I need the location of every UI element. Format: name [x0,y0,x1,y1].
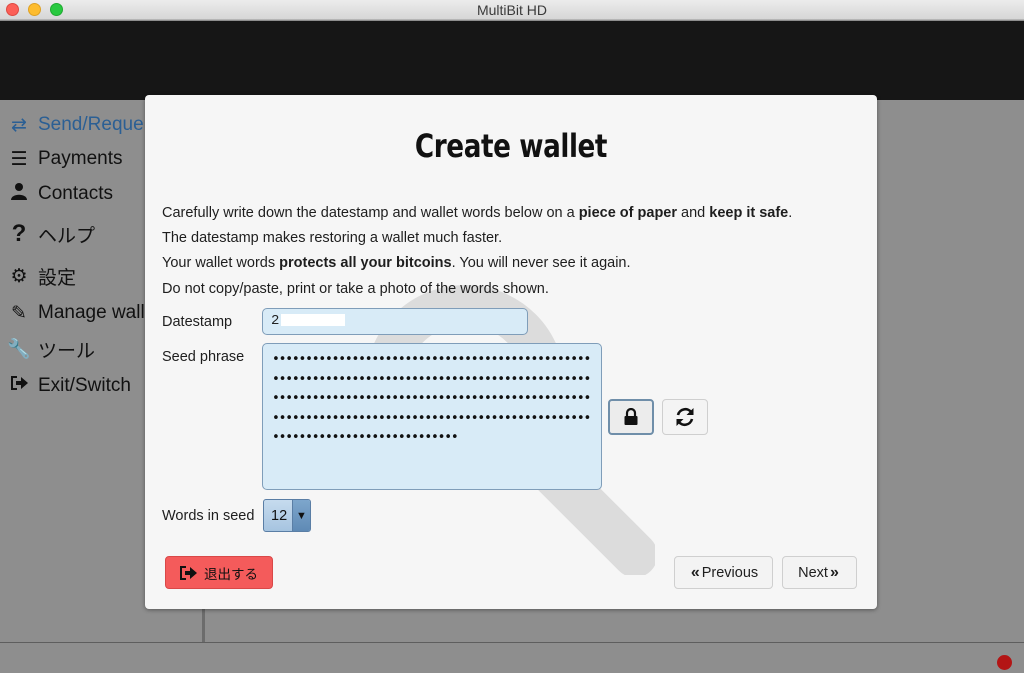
gears-icon: ⚙ [10,265,28,287]
sidebar-item-contacts[interactable]: Contacts [6,180,113,208]
double-chevron-right-icon: » [829,563,839,581]
sidebar-item-label: Exit/Switch [38,375,131,396]
sign-out-icon [6,374,32,398]
sidebar-item-manage-wallet[interactable]: ✎ Manage wall [6,299,145,327]
sidebar-item-help[interactable]: ? ヘルプ [6,220,95,248]
words-in-seed-label: Words in seed [162,508,255,524]
sidebar-item-label: ヘルプ [38,225,96,247]
sidebar-item-send-request[interactable]: ⇄ Send/Reque [6,111,144,139]
previous-button[interactable]: « Previous [674,556,773,589]
words-in-seed-value: 12 [271,507,288,524]
double-chevron-left-icon: « [690,563,700,581]
instruction-paragraph-3: Your wallet words protects all your bitc… [162,255,631,271]
window-titlebar: MultiBit HD [0,0,1024,20]
status-bar [0,642,1024,673]
sidebar-item-label: Manage wall [38,302,145,323]
next-button-label: Next [798,564,828,581]
exit-button[interactable]: 退出する [165,556,273,589]
sidebar-item-label: Payments [38,148,123,169]
regenerate-seed-button[interactable] [662,399,708,435]
header-band [0,21,1024,100]
refresh-icon [676,407,694,427]
sign-out-icon [178,564,198,582]
sidebar-item-payments[interactable]: ☰ Payments [6,145,122,173]
sidebar-item-label: Contacts [38,183,113,204]
datestamp-redaction [281,314,345,326]
seed-phrase-label: Seed phrase [162,349,245,365]
sidebar-item-label: 設定 [38,267,77,289]
list-icon: ☰ [10,148,28,170]
question-icon: ? [11,220,27,247]
exit-button-label: 退出する [204,566,258,582]
sidebar-item-label: ツール [38,340,96,362]
window-title: MultiBit HD [476,2,547,18]
sidebar-item-settings[interactable]: ⚙ 設定 [6,262,76,290]
chevron-down-icon: ▼ [292,500,310,531]
instruction-paragraph-2: The datestamp makes restoring a wallet m… [162,230,503,246]
instruction-paragraph-4: Do not copy/paste, print or take a photo… [162,281,549,297]
dialog-title: Create wallet [414,127,608,165]
toggle-seed-visibility-button[interactable] [608,399,654,435]
status-indicator-icon [997,655,1012,670]
datestamp-label: Datestamp [162,314,233,330]
wrench-icon: 🔧 [7,339,31,360]
instruction-paragraph-1: Carefully write down the datestamp and w… [162,205,793,221]
sidebar-item-tools[interactable]: 🔧 ツール [6,335,95,363]
sidebar-item-exit-switch[interactable]: Exit/Switch [6,372,131,400]
words-in-seed-select[interactable]: 12 ▼ [263,499,311,532]
user-icon [6,182,32,206]
next-button[interactable]: Next » [782,556,857,589]
lock-icon [624,408,638,425]
create-wallet-dialog: Create wallet Carefully write down the d… [145,95,877,609]
sidebar-item-label: Send/Reque [38,114,144,135]
edit-icon: ✎ [11,302,27,324]
previous-button-label: Previous [701,564,759,581]
seed-phrase-field[interactable]: ••••••••••••••••••••••••••••••••••••••••… [262,343,602,490]
arrows-swap-icon: ⇄ [11,114,27,136]
